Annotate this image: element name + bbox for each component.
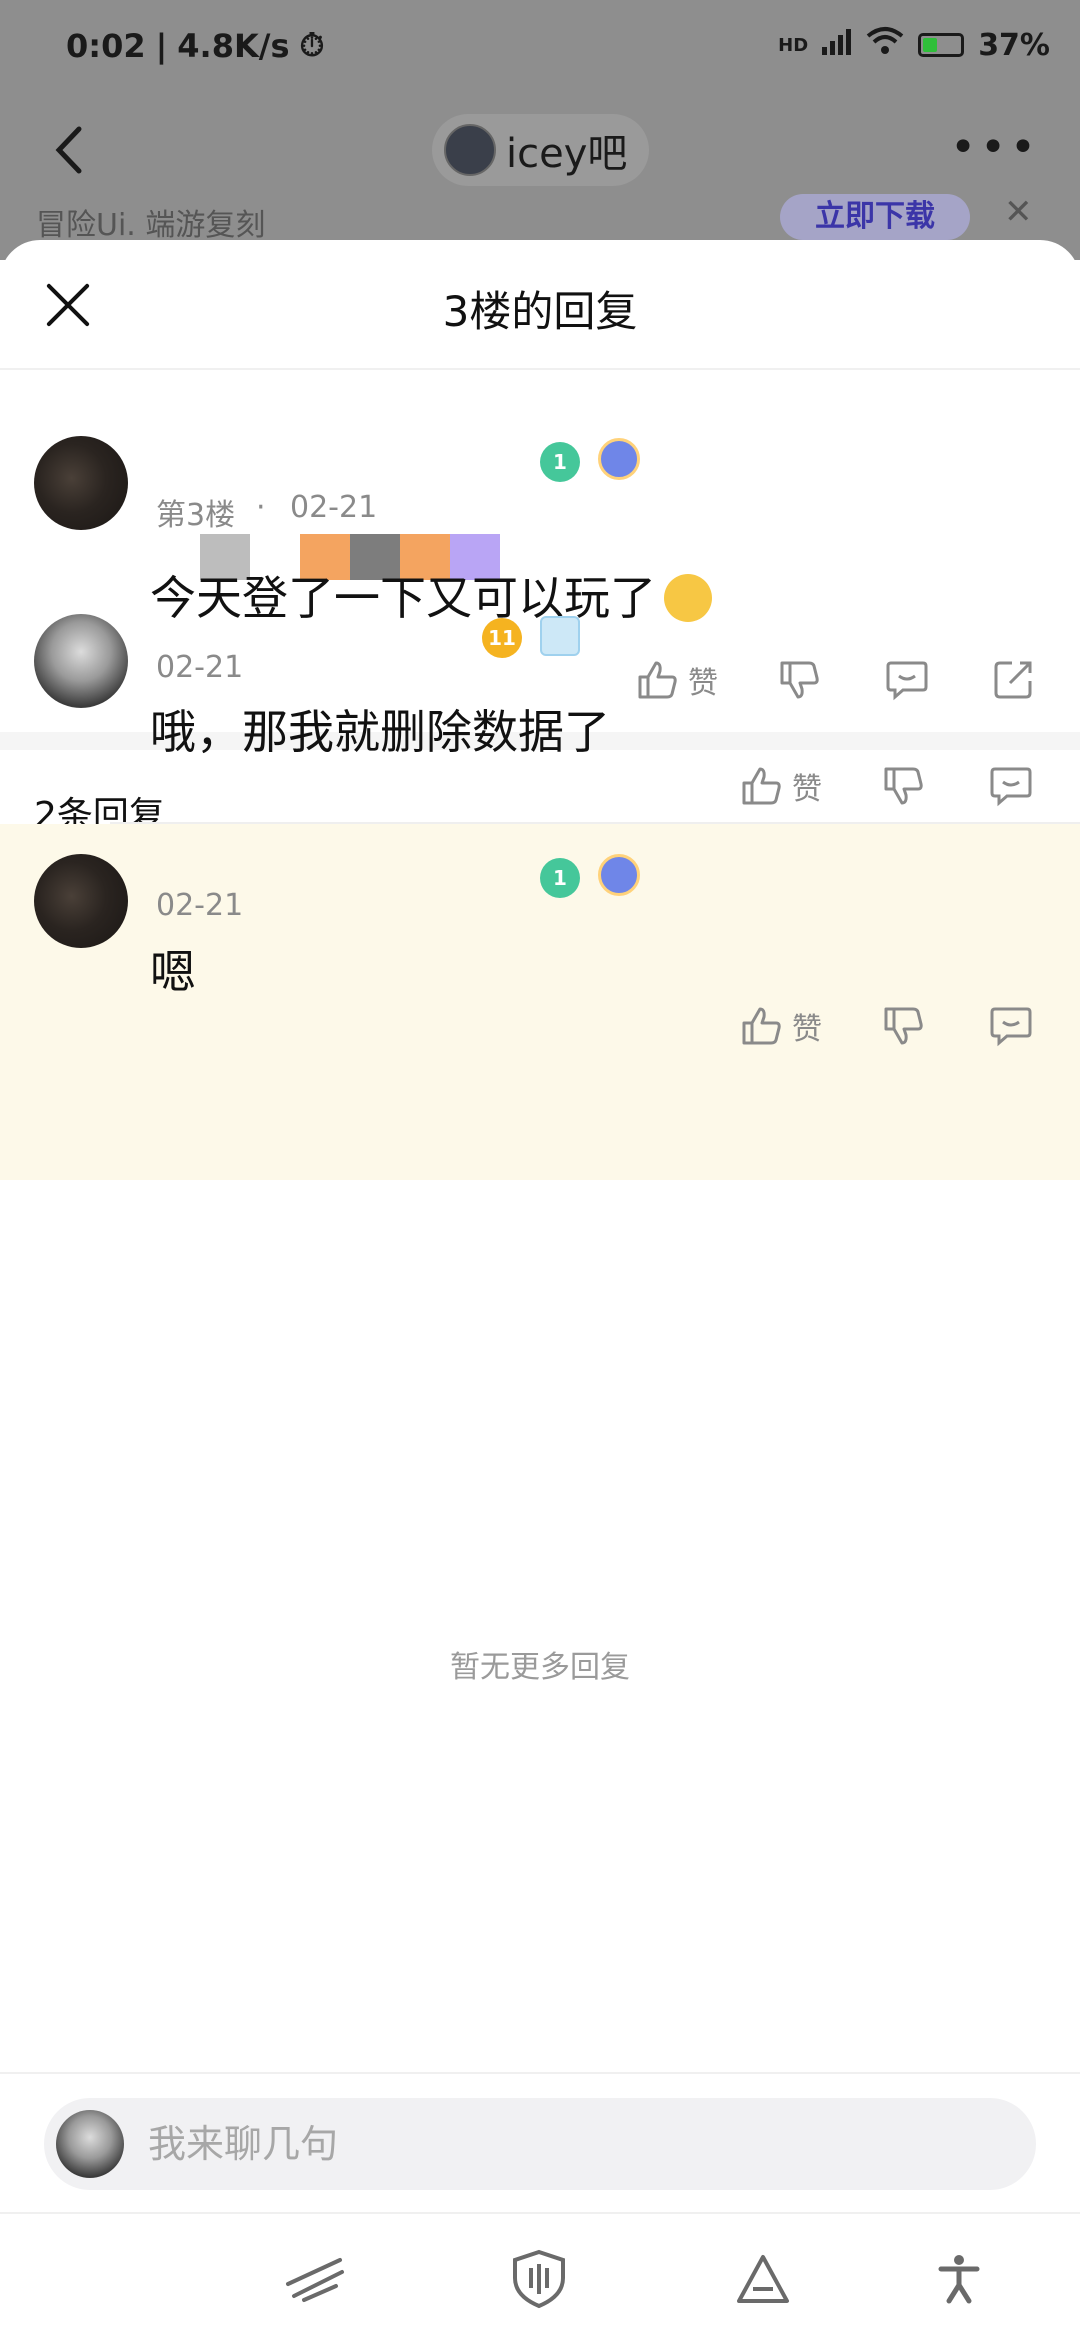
network-type: HD	[778, 34, 809, 56]
sheet-header: 3楼的回复	[0, 240, 1080, 370]
forum-avatar	[444, 124, 496, 176]
nav-shield-icon	[513, 2249, 565, 2309]
rank-star-badge	[598, 854, 640, 896]
like-label: 赞	[688, 666, 718, 701]
sheet-title: 3楼的回复	[442, 287, 638, 336]
bottom-nav	[0, 2212, 1080, 2340]
status-time: 0:02	[66, 26, 146, 65]
comment-icon	[988, 1003, 1034, 1049]
comment-button[interactable]	[884, 650, 930, 710]
comment-icon	[988, 763, 1034, 809]
like-icon	[738, 1003, 784, 1049]
nav-accessibility-icon	[938, 2255, 980, 2304]
level-gem-badge: 1	[540, 442, 580, 482]
like-button[interactable]: 赞	[738, 996, 822, 1056]
back-button[interactable]	[40, 114, 96, 186]
reply-actions: 赞	[0, 996, 1080, 1056]
nav-accessibility-button[interactable]	[924, 2244, 994, 2314]
level-gem-badge: 11	[482, 618, 522, 658]
nav-triangle-icon	[737, 2255, 789, 2303]
reply-date: 02-21	[156, 650, 244, 685]
dislike-icon	[880, 763, 926, 809]
dislike-button[interactable]	[880, 756, 926, 816]
reply-actions: 赞	[0, 756, 1080, 816]
comment-icon	[884, 657, 930, 703]
meta-separator: ·	[256, 490, 266, 525]
status-speed: 4.8K/s	[177, 26, 290, 65]
diamond-badge	[540, 616, 580, 656]
like-icon	[634, 657, 680, 703]
avatar[interactable]	[34, 614, 128, 708]
dislike-icon	[776, 657, 822, 703]
nav-shield-button[interactable]	[504, 2244, 574, 2314]
banner-text: 冒险Ui. 端游复刻	[36, 208, 266, 243]
share-button[interactable]	[990, 650, 1036, 710]
timer-icon: ⏱	[299, 26, 325, 64]
level-gem-badge: 1	[540, 858, 580, 898]
reply-sheet: 3楼的回复 1 第3楼 · 02-21 今天登了一下又可以玩了 赞 2条回复 1…	[0, 240, 1080, 2340]
avatar	[56, 2110, 124, 2178]
input-bar	[0, 2072, 1080, 2212]
battery-percent: 37%	[978, 27, 1050, 63]
comment-button[interactable]	[988, 996, 1034, 1056]
download-button[interactable]: 立即下载	[780, 194, 970, 240]
nav-slash-icon	[286, 2258, 344, 2302]
smile-emoji-icon	[664, 573, 712, 622]
more-icon: •••	[950, 122, 1040, 173]
signal-icon	[822, 27, 852, 63]
comment-input-pill[interactable]	[44, 2098, 1036, 2190]
like-button[interactable]: 赞	[738, 756, 822, 816]
reply-content: 嗯	[150, 945, 196, 999]
avatar[interactable]	[34, 436, 128, 530]
forum-pill[interactable]: icey吧	[432, 114, 650, 186]
dislike-icon	[880, 1003, 926, 1049]
like-label: 赞	[792, 1012, 822, 1047]
like-icon	[738, 763, 784, 809]
list-item-highlighted: 1 02-21 嗯 赞	[0, 824, 1080, 1180]
nav-slash-button[interactable]	[280, 2244, 350, 2314]
comment-button[interactable]	[988, 756, 1034, 816]
dislike-button[interactable]	[776, 650, 822, 710]
like-button[interactable]: 赞	[634, 650, 718, 710]
post-content: 今天登了一下又可以玩了	[150, 562, 712, 628]
post-floor: 第3楼	[156, 498, 236, 533]
nav-triangle-button[interactable]	[728, 2244, 798, 2314]
no-more-replies: 暂无更多回复	[450, 1650, 630, 1685]
reply-date: 02-21	[156, 888, 244, 923]
share-icon	[990, 657, 1036, 703]
avatar[interactable]	[34, 854, 128, 948]
more-button[interactable]: •••	[950, 122, 1040, 173]
like-label: 赞	[792, 772, 822, 807]
banner-peek: 冒险Ui. 端游复刻 立即下载 ✕	[0, 192, 1080, 243]
battery-icon	[918, 33, 965, 57]
banner-close-icon[interactable]: ✕	[1004, 192, 1033, 232]
rank-star-badge	[598, 438, 640, 480]
post-date: 02-21	[290, 490, 378, 525]
reply-content: 哦，那我就删除数据了	[150, 705, 610, 759]
comment-input[interactable]	[148, 2098, 1008, 2190]
dislike-button[interactable]	[880, 996, 926, 1056]
top-nav: icey吧 •••	[0, 100, 1080, 200]
back-icon	[55, 126, 82, 174]
status-bar: 0:02 | 4.8K/s ⏱ HD 37%	[66, 26, 1050, 65]
wifi-icon	[866, 26, 904, 64]
forum-name: icey吧	[506, 131, 628, 177]
